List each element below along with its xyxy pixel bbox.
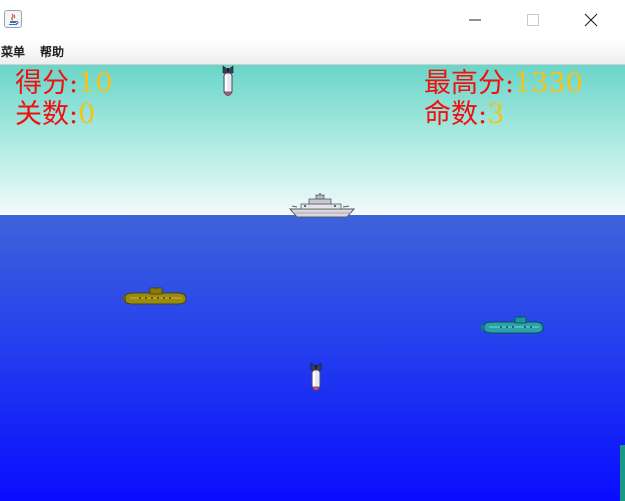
high-score-value: 1330 <box>514 68 583 99</box>
menu-bar: 菜单 帮助 <box>0 40 625 65</box>
score-value: 10 <box>78 68 113 99</box>
window-edge-strip <box>620 445 625 501</box>
sea <box>0 215 625 501</box>
warship-sprite <box>289 193 355 218</box>
maximize-button[interactable] <box>504 0 562 40</box>
menu-item-help[interactable]: 帮助 <box>40 44 64 60</box>
java-app-icon[interactable] <box>4 10 22 28</box>
level-display: 关数:0 <box>15 99 95 130</box>
close-icon <box>584 13 598 27</box>
high-score-label: 最高分: <box>424 68 515 99</box>
teal-submarine-sprite <box>481 316 544 334</box>
menu-item-menu[interactable]: 菜单 <box>1 44 25 60</box>
game-canvas[interactable]: 得分:10 关数:0 最高分:1330 命数:3 <box>0 65 625 501</box>
lives-display: 命数:3 <box>424 99 504 130</box>
lives-label: 命数: <box>424 99 488 130</box>
minimize-icon <box>469 19 481 21</box>
title-bar <box>0 0 625 41</box>
score-label: 得分: <box>15 68 79 99</box>
level-value: 0 <box>78 99 96 130</box>
lives-value: 3 <box>487 99 505 130</box>
close-button[interactable] <box>562 0 620 40</box>
high-score-display: 最高分:1330 <box>424 68 583 99</box>
bomb-sprite <box>222 65 234 96</box>
level-label: 关数: <box>15 99 79 130</box>
depth-bomb-sprite <box>310 362 322 391</box>
minimize-button[interactable] <box>446 0 504 40</box>
maximize-icon <box>527 14 539 26</box>
olive-submarine-sprite <box>123 287 187 305</box>
score-display: 得分:10 <box>15 68 112 99</box>
